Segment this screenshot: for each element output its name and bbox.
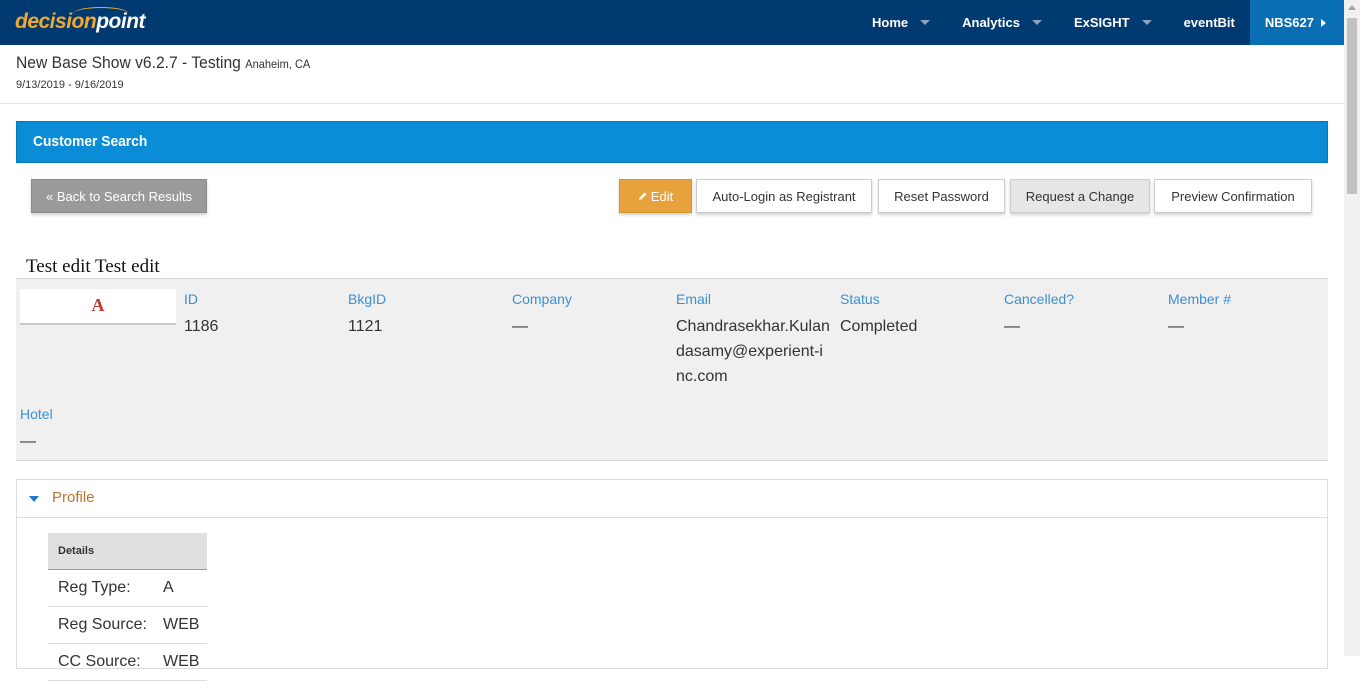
row-key: Reg Source: <box>58 616 147 633</box>
field-bkgid-value: 1121 <box>348 318 383 335</box>
field-cancelled-label: Cancelled? <box>1004 291 1075 307</box>
caret-down-icon[interactable] <box>29 496 39 502</box>
field-bkgid-label: BkgID <box>348 291 387 307</box>
nav-home-label: Home <box>872 15 909 30</box>
field-hotel-label: Hotel <box>20 406 53 422</box>
nav-account[interactable]: NBS627 <box>1249 0 1344 45</box>
back-to-search-results-button[interactable]: « Back to Search Results <box>31 179 207 213</box>
page-scrollbar[interactable] <box>1344 0 1360 656</box>
field-email-value: Chandrasekhar.Kulandasamy@experient-inc.… <box>676 318 830 385</box>
field-id-value: 1186 <box>184 318 219 335</box>
top-navbar: decisionpoint Home Analytics ExSIGHT eve… <box>0 0 1344 45</box>
row-value: WEB <box>163 616 200 633</box>
nav-analytics[interactable]: Analytics <box>946 0 1058 45</box>
field-email: Email Chandrasekhar.Kulandasamy@experien… <box>676 291 830 389</box>
chevron-down-icon <box>920 20 931 25</box>
chevron-down-icon <box>1031 20 1042 25</box>
chevron-down-icon <box>1141 20 1152 25</box>
request-change-button[interactable]: Request a Change <box>1010 179 1150 213</box>
scrollbar-thumb[interactable] <box>1347 18 1357 194</box>
auto-login-button[interactable]: Auto-Login as Registrant <box>696 179 872 213</box>
chevron-right-icon <box>1321 18 1326 27</box>
field-hotel: Hotel — <box>20 406 53 454</box>
section-header: Customer Search <box>16 121 1328 163</box>
edit-button[interactable]: Edit <box>619 179 692 213</box>
field-company: Company — <box>512 291 572 339</box>
registrant-name: Test edit Test edit <box>26 256 160 277</box>
show-title: New Base Show v6.2.7 - Testing Anaheim, … <box>16 53 310 73</box>
table-row: Reg Type: A <box>48 570 207 607</box>
profile-panel: Profile Details Reg Type: A Reg Source: … <box>16 479 1328 681</box>
row-key: Reg Type: <box>58 579 131 596</box>
scroll-up-arrow-icon[interactable] <box>1348 5 1356 10</box>
field-cancelled: Cancelled? — <box>1004 291 1074 339</box>
nav-exsight[interactable]: ExSIGHT <box>1058 0 1168 45</box>
field-status-label: Status <box>840 291 880 307</box>
reset-password-button[interactable]: Reset Password <box>878 179 1005 213</box>
details-table-header: Details <box>48 533 207 570</box>
field-company-label: Company <box>512 291 572 307</box>
nav-eventbit[interactable]: eventBit <box>1168 0 1250 45</box>
field-company-value: — <box>512 318 528 335</box>
registrant-badge: A <box>20 289 176 325</box>
nav-home[interactable]: Home <box>856 0 946 45</box>
section-title: Customer Search <box>33 133 148 150</box>
pencil-icon <box>638 192 647 200</box>
profile-details-table: Details Reg Type: A Reg Source: WEB CC S… <box>48 533 207 681</box>
field-member-value: — <box>1168 318 1184 335</box>
main-nav: Home Analytics ExSIGHT eventBit NBS627 <box>856 0 1344 45</box>
registrant-summary-card: A ID 1186 BkgID 1121 Company — Email Cha… <box>16 278 1328 461</box>
logo-arc <box>73 7 129 21</box>
field-hotel-value: — <box>20 433 36 450</box>
field-bkgid: BkgID 1121 <box>348 291 386 339</box>
field-status-value: Completed <box>840 318 918 335</box>
header-divider <box>0 103 1344 104</box>
preview-confirmation-button[interactable]: Preview Confirmation <box>1154 179 1312 213</box>
table-row: CC Source: WEB <box>48 644 207 681</box>
table-row: Reg Source: WEB <box>48 607 207 644</box>
show-location: Anaheim, CA <box>245 57 311 71</box>
decisionpoint-logo[interactable]: decisionpoint <box>15 7 146 34</box>
profile-panel-header[interactable]: Profile <box>17 480 1327 518</box>
row-value: A <box>163 579 174 596</box>
profile-title[interactable]: Profile <box>52 489 95 506</box>
field-member-number: Member # — <box>1168 291 1231 339</box>
field-member-label: Member # <box>1168 291 1232 307</box>
field-id: ID 1186 <box>184 291 218 339</box>
nav-eventbit-label: eventBit <box>1183 15 1235 30</box>
field-cancelled-value: — <box>1004 318 1020 335</box>
nav-exsight-label: ExSIGHT <box>1073 15 1130 30</box>
nav-analytics-label: Analytics <box>962 15 1020 30</box>
field-status: Status Completed <box>840 291 917 339</box>
field-email-label: Email <box>676 291 712 307</box>
field-id-label: ID <box>184 291 198 307</box>
show-dates: 9/13/2019 - 9/16/2019 <box>16 79 124 91</box>
edit-button-label: Edit <box>650 188 674 204</box>
nav-account-label: NBS627 <box>1264 15 1314 30</box>
show-name: New Base Show v6.2.7 - Testing <box>16 53 241 72</box>
